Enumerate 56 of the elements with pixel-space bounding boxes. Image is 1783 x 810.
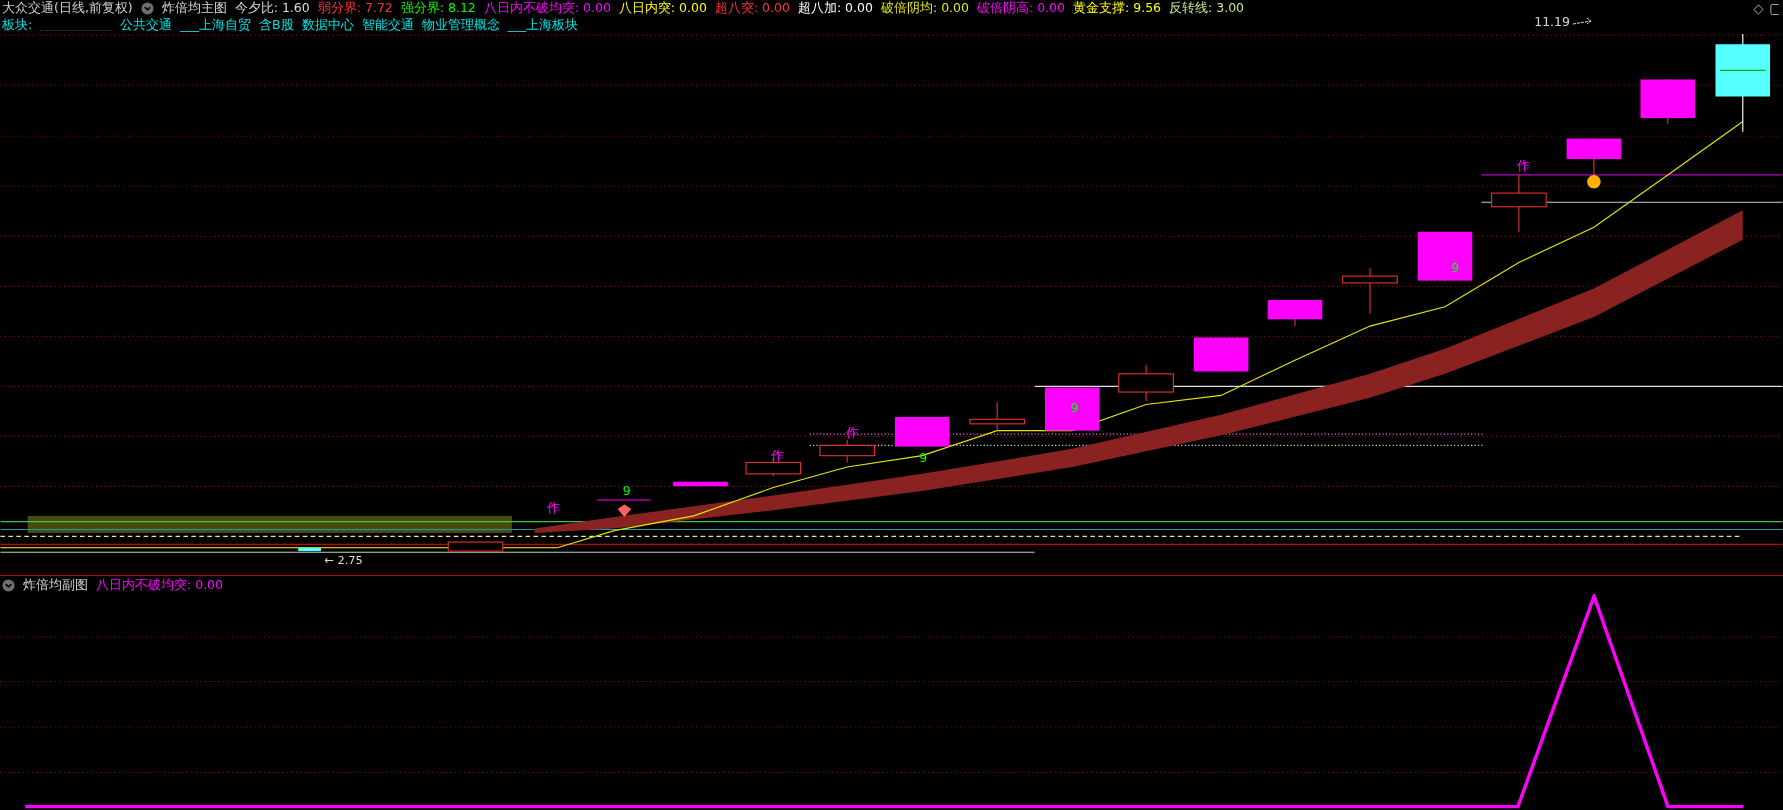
candle xyxy=(819,439,876,464)
sector-tag[interactable]: 数据中心 xyxy=(301,17,354,34)
sector-tag[interactable]: ___上海板块 xyxy=(507,17,579,34)
candle xyxy=(1193,336,1249,373)
stock-title: 大众交通(日线,前复权) xyxy=(2,0,133,17)
indicator-name: 炸倍均副图 xyxy=(23,576,88,594)
indicator-reading: 强分界: 8.12 xyxy=(400,0,476,17)
candle xyxy=(969,401,1026,432)
chart-mark: 作 xyxy=(846,425,860,441)
chart-mark: 作 xyxy=(1516,158,1530,174)
chart-mark: 9 xyxy=(1451,259,1460,275)
indicator-reading: 破倍阴均: 0.00 xyxy=(880,0,969,17)
chart-mark: 9 xyxy=(622,483,631,499)
candle xyxy=(1417,231,1473,282)
indicator-reading: 反转线: 3.00 xyxy=(1169,0,1245,17)
sector-tag[interactable]: 含B股 xyxy=(258,17,294,34)
marker-bar xyxy=(673,481,728,487)
indicator-name: 炸倍均主图 xyxy=(161,0,227,17)
indicator-reading: 破倍阴高: 0.00 xyxy=(977,0,1065,17)
arrow-icon xyxy=(1573,17,1593,26)
diamond-icon[interactable] xyxy=(1753,4,1764,15)
high-price-label: 11.19 xyxy=(1534,14,1570,29)
sector-tag[interactable]: 智能交通 xyxy=(361,17,414,34)
gem-icon xyxy=(617,504,632,518)
sector-tag[interactable]: 公共交通 xyxy=(120,17,173,34)
sector-tag[interactable]: 物业管理概念 xyxy=(421,17,500,34)
chart-mark: 作 xyxy=(547,500,561,516)
circle-marker-icon xyxy=(1587,174,1601,189)
indicator-reading: 八日内不破均突: 0.00 xyxy=(96,576,224,594)
candle xyxy=(1118,364,1174,402)
indicator-reading: 今夕比: 1.60 xyxy=(234,0,310,17)
indicator-reading: 超八突: 0.00 xyxy=(714,0,790,17)
low-price-label: ← 2.75 xyxy=(324,552,363,567)
indicator-reading: 超八加: 0.00 xyxy=(797,0,873,17)
candle xyxy=(1342,267,1398,315)
indicator-reading: 黄金支撑: 9.56 xyxy=(1073,0,1162,17)
chart-mark: 9 xyxy=(919,450,928,466)
marker-bar xyxy=(298,547,321,552)
panel-icon[interactable] xyxy=(1770,4,1779,15)
candle xyxy=(894,416,950,448)
chart-mark: 作 xyxy=(771,448,785,464)
candle xyxy=(1640,78,1696,125)
candle xyxy=(1044,386,1100,432)
collapse-icon[interactable] xyxy=(140,2,154,15)
indicator-reading: 弱分界: 7.72 xyxy=(317,0,393,17)
candle xyxy=(1491,174,1547,233)
indicator-reading: 八日内突: 0.00 xyxy=(618,0,707,17)
chart-mark: 9 xyxy=(1070,400,1079,416)
collapse-icon[interactable] xyxy=(2,578,15,592)
indicator-reading: 八日内不破均突: 0.00 xyxy=(483,0,611,17)
candle xyxy=(447,541,504,552)
sector-label: 板块: xyxy=(2,17,33,34)
marker-bar xyxy=(596,499,652,501)
candle xyxy=(1566,138,1622,176)
candle xyxy=(1267,299,1323,327)
sector-tag[interactable]: ___上海自贸 xyxy=(180,17,251,34)
